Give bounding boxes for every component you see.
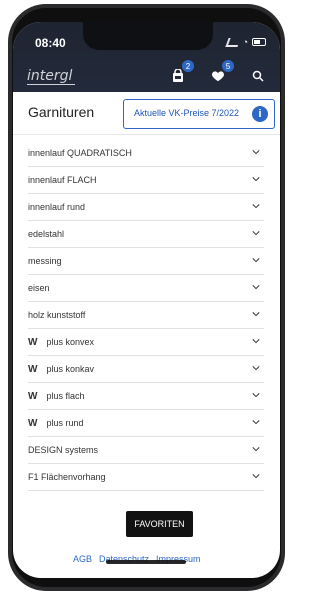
section-label: holz kunststoff <box>28 310 86 320</box>
w-mark: W <box>28 363 38 375</box>
section-label: plus konkav <box>46 364 94 374</box>
favorites-button-bottom[interactable]: FAVORITEN <box>126 511 193 537</box>
page-title: Garnituren <box>28 104 95 120</box>
price-list-label: Aktuelle VK-Preise 7/2022 <box>134 108 240 118</box>
heart-badge: 5 <box>222 60 234 72</box>
section-item-innenlauf-rund[interactable]: innenlauf rund <box>28 194 264 221</box>
section-label: DESIGN systems <box>28 445 99 455</box>
bag-badge: 2 <box>182 60 194 72</box>
logo-text: intergl <box>27 68 73 84</box>
chevron-down-icon <box>252 312 260 317</box>
section-label: innenlauf FLACH <box>28 175 97 185</box>
header-area: 08:40 ◔ intergl 2 5 <box>13 22 280 92</box>
section-label: innenlauf QUADRATISCH <box>28 148 132 158</box>
section-label: plus rund <box>46 418 84 428</box>
chevron-down-icon <box>252 231 260 236</box>
search-button[interactable] <box>248 66 268 86</box>
w-mark: W <box>28 417 38 429</box>
section-label: plus flach <box>46 391 85 401</box>
favorites-button[interactable]: 5 <box>208 60 234 86</box>
chevron-down-icon <box>252 447 260 452</box>
w-mark: W <box>28 336 38 348</box>
screen: 08:40 ◔ intergl 2 5 Garnituren Aktuelle … <box>13 22 280 578</box>
section-item-design-systems[interactable]: DESIGN systems <box>28 437 264 464</box>
bag-button[interactable]: 2 <box>168 60 194 86</box>
section-item-f1-flaechenvorhang[interactable]: F1 Flächenvorhang <box>28 464 264 491</box>
notch <box>83 22 213 50</box>
nav-icons: 2 5 <box>168 60 268 86</box>
section-item-plus-konvex[interactable]: W plus konvex <box>28 329 264 356</box>
section-item-messing[interactable]: messing <box>28 248 264 275</box>
w-mark: W <box>28 390 38 402</box>
wifi-icon: ◔ <box>242 37 248 47</box>
search-icon <box>252 70 264 82</box>
section-label: messing <box>28 256 62 266</box>
chevron-down-icon <box>252 366 260 371</box>
bag-icon <box>173 69 183 82</box>
chevron-down-icon <box>252 150 260 155</box>
chevron-down-icon <box>252 474 260 479</box>
status-icons: ◔ <box>224 37 266 47</box>
heart-icon <box>212 71 224 82</box>
section-item-holz-kunststoff[interactable]: holz kunststoff <box>28 302 264 329</box>
chevron-down-icon <box>252 177 260 182</box>
page-header: Garnituren Aktuelle VK-Preise 7/2022 i <box>13 92 280 135</box>
chevron-down-icon <box>252 204 260 209</box>
section-list: innenlauf QUADRATISCH innenlauf FLACH in… <box>28 140 264 491</box>
link-agb[interactable]: AGB <box>73 554 92 564</box>
top-nav: intergl 2 5 <box>13 60 280 92</box>
chevron-down-icon <box>252 393 260 398</box>
home-indicator <box>106 560 186 564</box>
status-bar: 08:40 ◔ <box>13 22 280 62</box>
chevron-down-icon <box>252 420 260 425</box>
section-label: edelstahl <box>28 229 65 239</box>
section-item-edelstahl[interactable]: edelstahl <box>28 221 264 248</box>
chevron-down-icon <box>252 285 260 290</box>
section-item-plus-konkav[interactable]: W plus konkav <box>28 356 264 383</box>
info-icon: i <box>252 106 268 122</box>
section-item-innenlauf-quadratisch[interactable]: innenlauf QUADRATISCH <box>28 140 264 167</box>
signal-icon <box>224 37 241 47</box>
section-item-plus-flach[interactable]: W plus flach <box>28 383 264 410</box>
chevron-down-icon <box>252 339 260 344</box>
brand-logo[interactable]: intergl <box>27 68 75 85</box>
price-list-button[interactable]: Aktuelle VK-Preise 7/2022 i <box>123 99 275 129</box>
battery-icon <box>252 38 266 46</box>
section-label: eisen <box>28 283 50 293</box>
section-item-innenlauf-flach[interactable]: innenlauf FLACH <box>28 167 264 194</box>
status-time: 08:40 <box>35 36 66 50</box>
logo-underline <box>27 84 75 85</box>
section-label: plus konvex <box>46 337 94 347</box>
section-item-eisen[interactable]: eisen <box>28 275 264 302</box>
section-item-plus-rund[interactable]: W plus rund <box>28 410 264 437</box>
section-label: innenlauf rund <box>28 202 86 212</box>
chevron-down-icon <box>252 258 260 263</box>
section-label: F1 Flächenvorhang <box>28 472 106 482</box>
